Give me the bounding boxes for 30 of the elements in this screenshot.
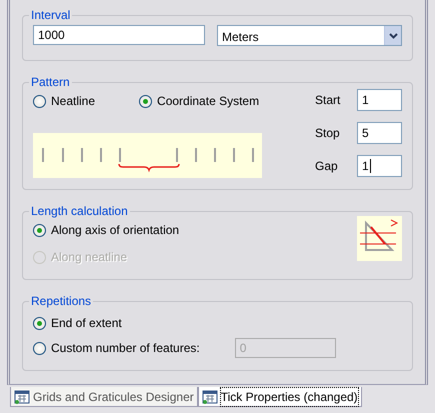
tab[interactable]: Grids and Graticules Designer	[10, 387, 198, 407]
radio-label[interactable]: Neatline	[51, 92, 96, 110]
radio-label[interactable]: Along axis of orientation	[51, 221, 180, 239]
group-title: Repetitions	[30, 294, 92, 308]
field-label: Stop	[315, 125, 341, 142]
length-diagram-icon	[357, 216, 402, 261]
radio-button[interactable]	[33, 342, 46, 354]
input-field: 0	[234, 338, 336, 358]
field-label: Start	[315, 92, 342, 109]
tab[interactable]: Tick Properties (changed)	[198, 387, 362, 407]
group-title: Interval	[30, 8, 72, 22]
radio-label[interactable]: Custom number of features:	[51, 339, 200, 357]
radio-button[interactable]	[139, 94, 152, 108]
grid-window-icon	[202, 390, 218, 404]
radio-button[interactable]	[33, 94, 46, 108]
radio-button[interactable]	[33, 224, 46, 236]
input-field[interactable]: 1	[357, 89, 402, 111]
field-label: Gap	[315, 158, 339, 175]
radio-button[interactable]	[33, 316, 46, 330]
radio-label[interactable]: End of extent	[51, 314, 122, 332]
grid-window-icon	[14, 390, 30, 404]
dropdown[interactable]: Meters	[217, 25, 402, 46]
input-field[interactable]: 5	[357, 122, 402, 144]
text-cursor	[370, 159, 371, 173]
radio-label[interactable]: Coordinate System	[157, 92, 260, 110]
input-field[interactable]: 1000	[33, 25, 205, 45]
group-title: Length calculation	[30, 204, 129, 218]
group-title: Pattern	[30, 75, 71, 89]
input-field[interactable]: 1	[357, 155, 402, 177]
radio-label: Along neatline	[51, 249, 128, 266]
